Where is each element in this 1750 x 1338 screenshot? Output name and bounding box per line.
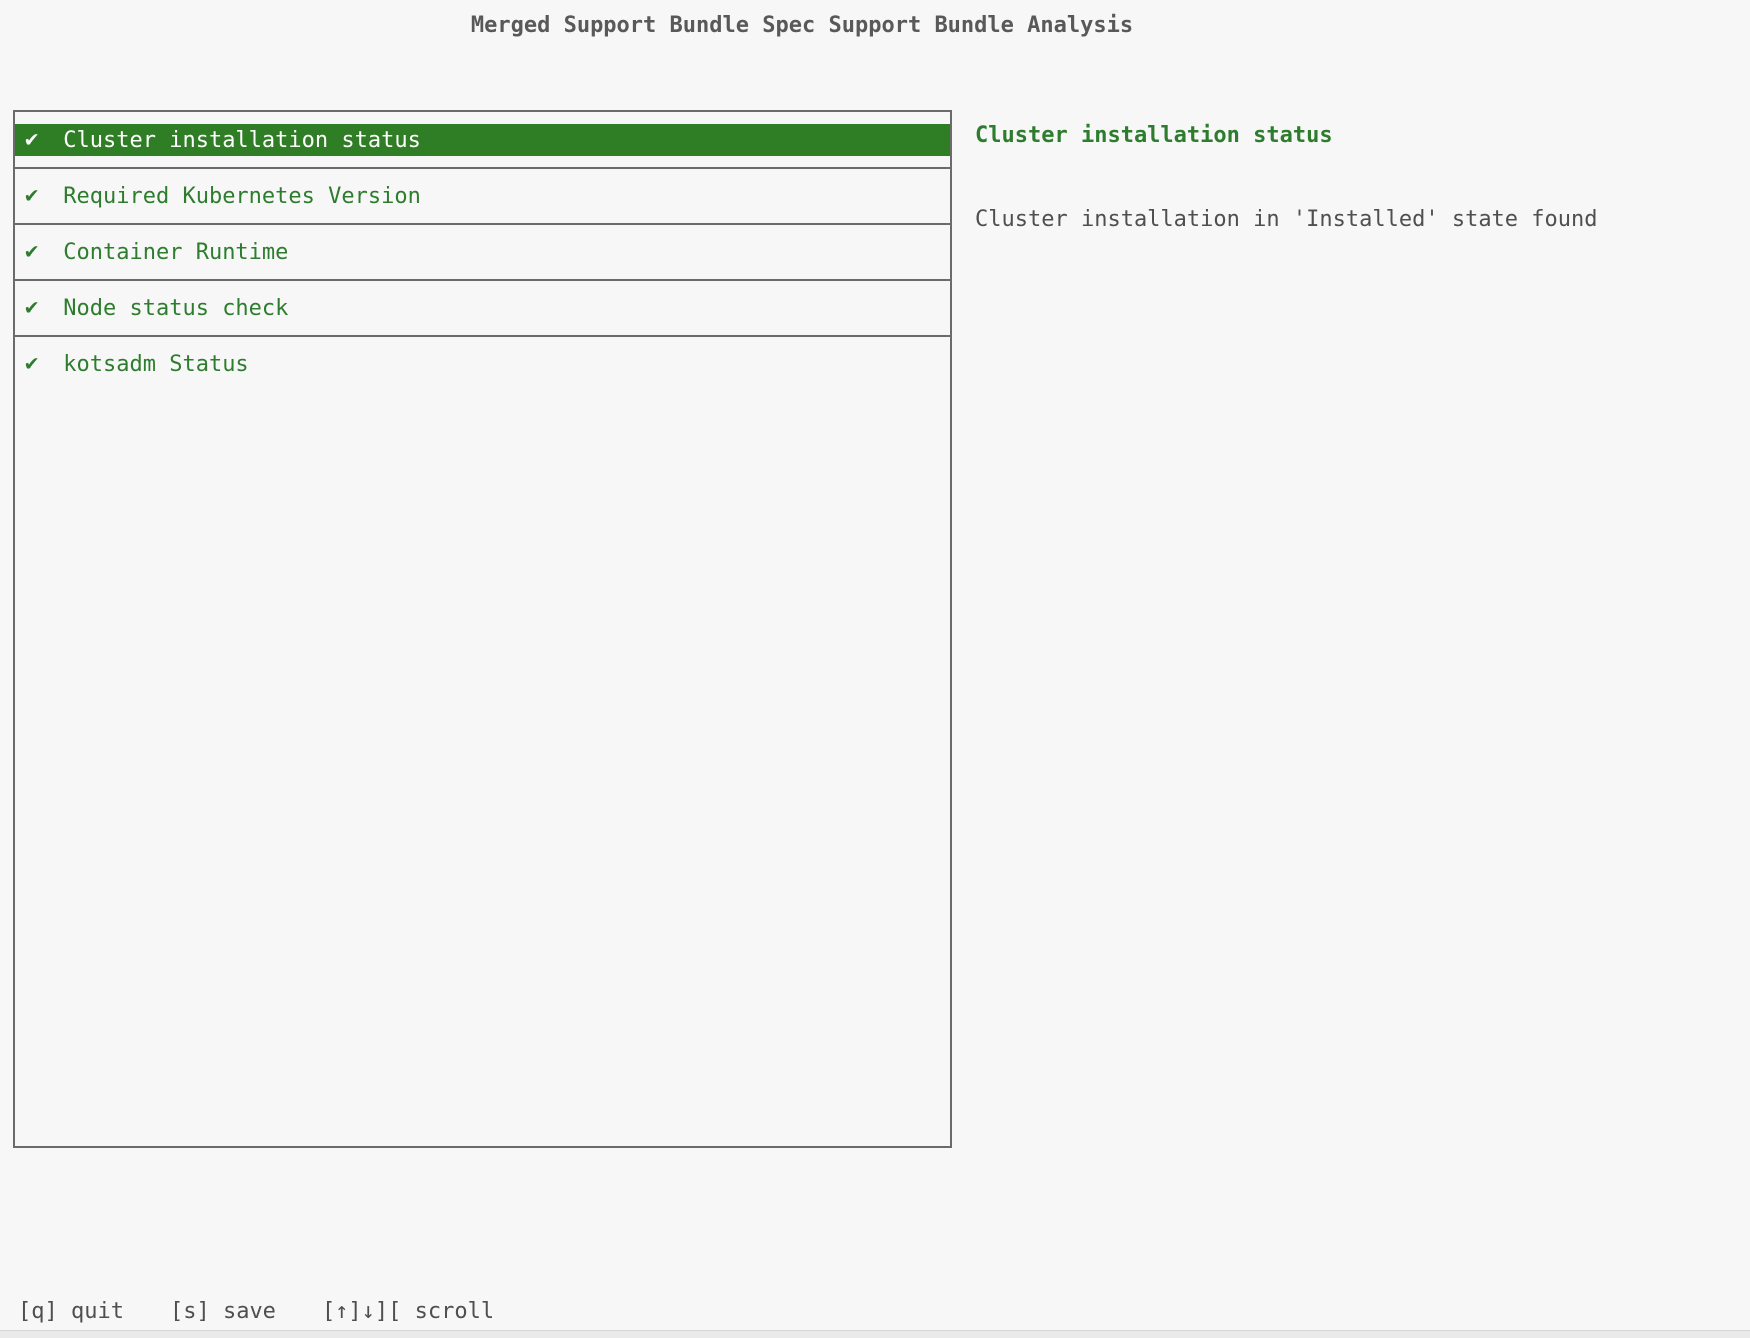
check-icon: ✔: [25, 353, 38, 375]
row-divider: [15, 167, 950, 169]
check-icon: ✔: [25, 297, 38, 319]
row-divider: [15, 335, 950, 337]
check-icon: ✔: [25, 129, 38, 151]
check-icon: ✔: [25, 241, 38, 263]
analyzer-item-label: kotsadm Status: [63, 352, 248, 377]
analyzer-item-kotsadm-status[interactable]: ✔ kotsadm Status: [15, 348, 950, 380]
save-key-hint: [s] save: [170, 1299, 276, 1324]
statusbar: [q] quit [s] save [↑]↓][ scroll: [18, 1299, 494, 1324]
row-divider: [15, 223, 950, 225]
page-title: Merged Support Bundle Spec Support Bundl…: [0, 13, 1604, 38]
analyzer-item-required-kubernetes-version[interactable]: ✔ Required Kubernetes Version: [15, 180, 950, 212]
analyzer-item-label: Required Kubernetes Version: [63, 184, 421, 209]
analyzer-item-container-runtime[interactable]: ✔ Container Runtime: [15, 236, 950, 268]
detail-heading: Cluster installation status: [975, 123, 1333, 148]
analyzer-item-label: Cluster installation status: [63, 128, 421, 153]
quit-key-hint: [q] quit: [18, 1299, 124, 1324]
detail-message: Cluster installation in 'Installed' stat…: [975, 207, 1598, 232]
analyzer-item-label: Container Runtime: [63, 240, 288, 265]
window-bottom-edge: [0, 1330, 1750, 1338]
analyzer-list: ✔ Cluster installation status ✔ Required…: [13, 110, 952, 1148]
row-divider: [15, 279, 950, 281]
analyzer-item-label: Node status check: [63, 296, 288, 321]
check-icon: ✔: [25, 185, 38, 207]
scroll-key-hint: [↑]↓][ scroll: [322, 1299, 494, 1324]
analyzer-item-node-status-check[interactable]: ✔ Node status check: [15, 292, 950, 324]
analyzer-item-cluster-installation-status[interactable]: ✔ Cluster installation status: [15, 124, 950, 156]
